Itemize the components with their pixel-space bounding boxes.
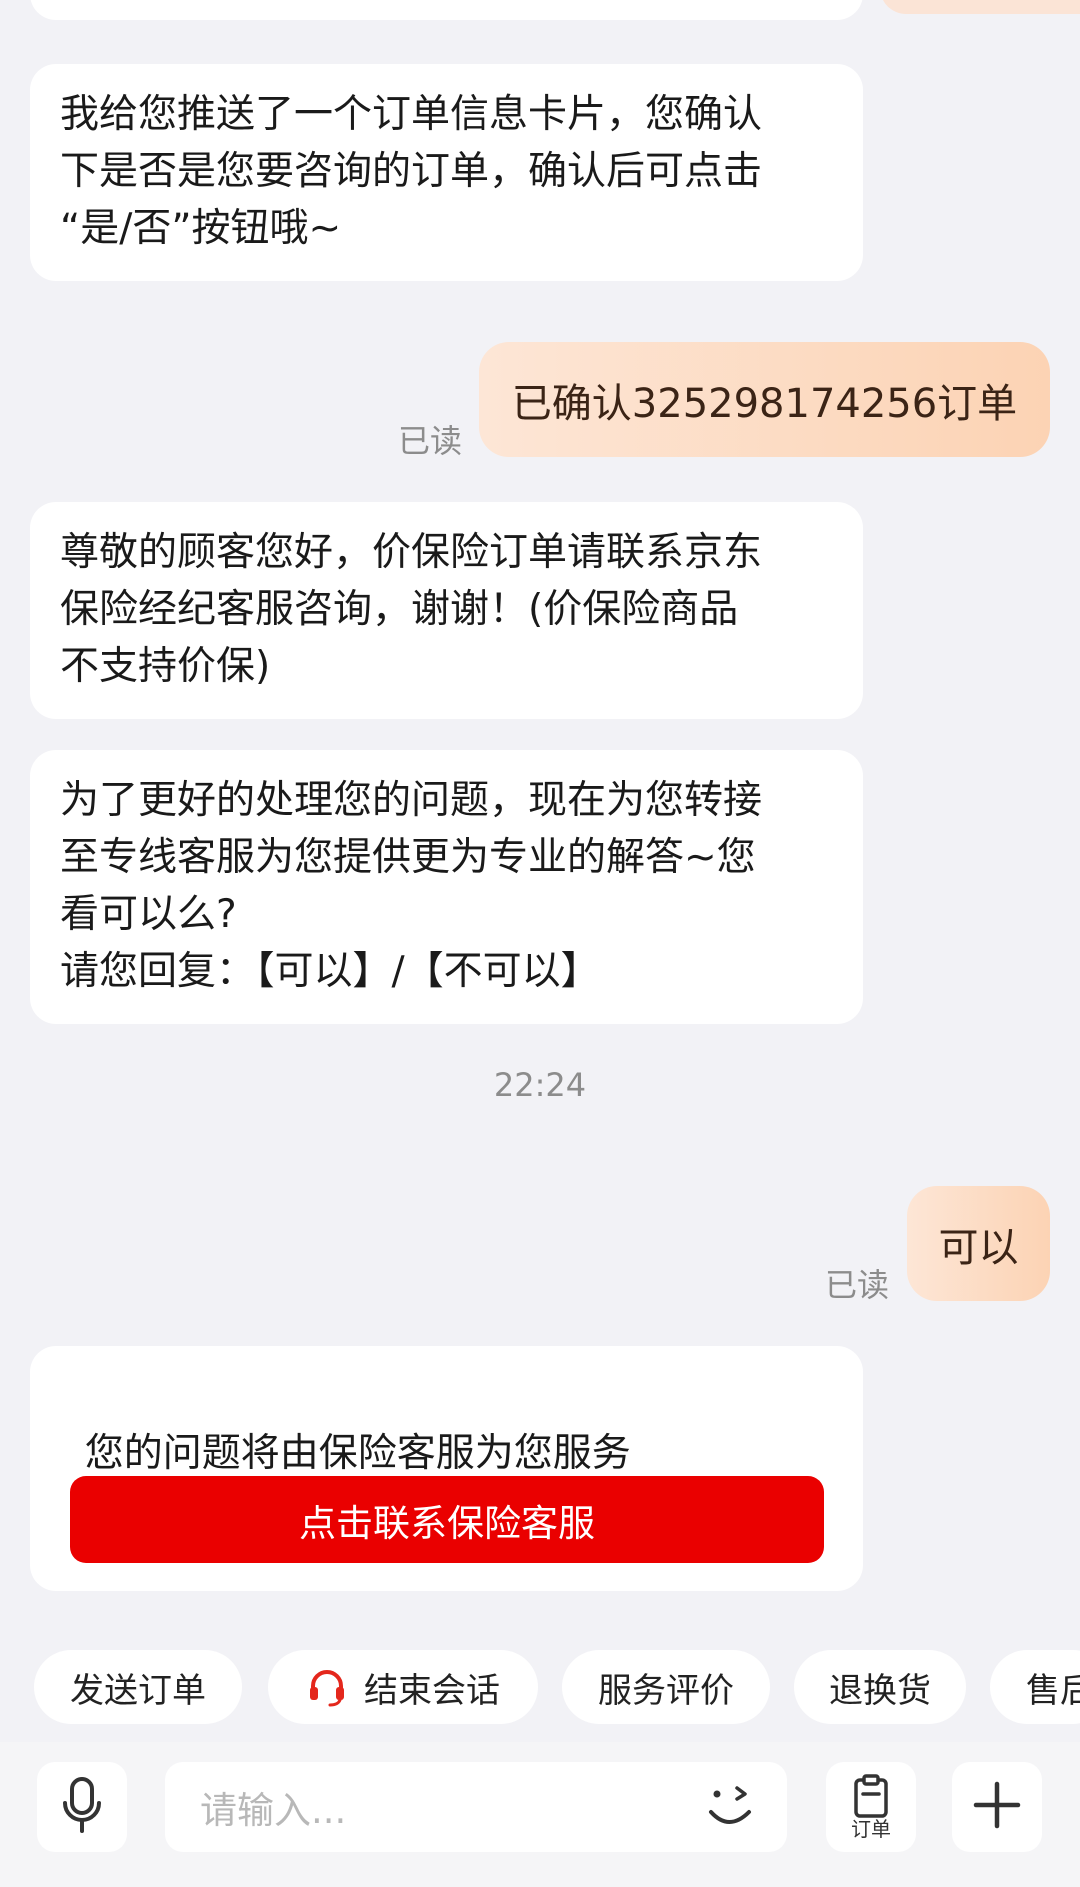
agent-message-transfer-request: 为了更好的处理您的问题，现在为您转接 至专线客服为您提供更为专业的解答~您 看可… <box>30 750 863 1024</box>
send-order-chip[interactable]: 发送订单 <box>34 1650 242 1724</box>
previous-agent-bubble <box>30 0 863 20</box>
voice-button[interactable] <box>37 1762 127 1852</box>
transfer-card-text: 您的问题将由保险客服为您服务 <box>84 1431 631 1476</box>
read-receipt: 已读 <box>825 1266 890 1304</box>
after-sales-chip[interactable]: 售后 <box>990 1650 1080 1724</box>
read-receipt: 已读 <box>398 422 463 460</box>
message-input-placeholder: 请输入... <box>200 1789 347 1832</box>
plus-icon <box>972 1780 1022 1834</box>
emoji-icon[interactable] <box>703 1782 759 1841</box>
message-input[interactable]: 请输入... <box>165 1762 787 1852</box>
more-button[interactable] <box>952 1762 1042 1852</box>
headset-icon <box>306 1666 348 1708</box>
timestamp: 22:24 <box>493 1066 587 1104</box>
agent-message-insurance-info: 尊敬的顾客您好，价保险订单请联系京东 保险经纪客服咨询，谢谢！(价保险商品 不支… <box>30 502 863 719</box>
end-session-label: 结束会话 <box>364 1670 500 1711</box>
clipboard-icon <box>849 1774 893 1818</box>
return-exchange-chip[interactable]: 退换货 <box>794 1650 966 1724</box>
user-message-order-confirm: 已确认325298174256订单 <box>479 342 1050 457</box>
microphone-icon <box>59 1775 105 1839</box>
agent-message-order-card-prompt: 我给您推送了一个订单信息卡片，您确认 下是否是您要咨询的订单，确认后可点击 “是… <box>30 64 863 281</box>
order-button-label: 订单 <box>851 1817 891 1841</box>
previous-user-bubble <box>880 0 1080 14</box>
end-session-chip[interactable]: 结束会话 <box>268 1650 538 1724</box>
rate-service-chip[interactable]: 服务评价 <box>562 1650 770 1724</box>
user-message-yes: 可以 <box>907 1186 1050 1301</box>
contact-insurance-service-button[interactable]: 点击联系保险客服 <box>70 1476 824 1563</box>
order-button[interactable]: 订单 <box>826 1762 916 1852</box>
